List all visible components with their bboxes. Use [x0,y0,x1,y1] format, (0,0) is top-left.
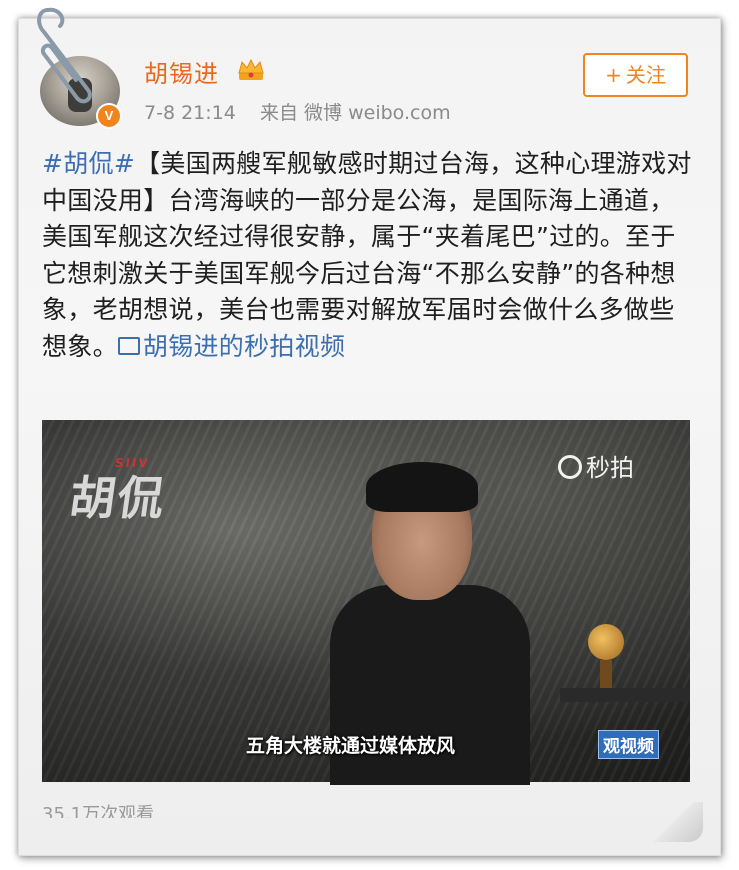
source: 来自 微博 weibo.com [260,102,451,124]
video-link-label: 胡锡进的秒拍视频 [142,331,346,361]
show-logo: 胡侃 SIIV [65,456,225,532]
post-text: #胡侃#【美国两艘军舰敏感时期过台海，这种心理游戏对中国没用】台湾海峡的一部分是… [42,146,692,365]
plus-icon: + [605,63,622,87]
miaopai-icon [558,455,582,479]
show-logo-small: SIIV [113,456,151,470]
globe-icon [588,624,624,660]
watermark-text: 秒拍 [586,454,634,482]
post-meta: 7-8 21:14 来自 微博 weibo.com [144,98,451,125]
video-icon [117,336,140,355]
follow-label: 关注 [625,63,666,87]
globe-stand [600,660,612,688]
view-count: 35.1万次观看 [42,804,155,818]
miaopai-watermark: 秒拍 [558,448,634,483]
video-badge: 观视频 [598,730,659,759]
username[interactable]: 胡锡进 [144,54,219,89]
page-curl [643,802,703,842]
paperclip-icon [37,7,92,104]
crown-icon [238,58,264,80]
side-table [560,688,690,702]
timestamp: 7-8 21:14 [144,102,236,124]
speaker-hair [366,462,478,512]
follow-button[interactable]: + 关注 [583,53,688,97]
post-body: 【美国两艘军舰敏感时期过台海，这种心理游戏对中国没用】台湾海峡的一部分是公海，是… [42,149,692,361]
video-link[interactable]: 胡锡进的秒拍视频 [117,331,346,361]
hashtag-link[interactable]: #胡侃# [42,149,135,178]
show-logo-text: 胡侃 [66,471,170,525]
video-subtitle: 五角大楼就通过媒体放风 [246,735,456,757]
